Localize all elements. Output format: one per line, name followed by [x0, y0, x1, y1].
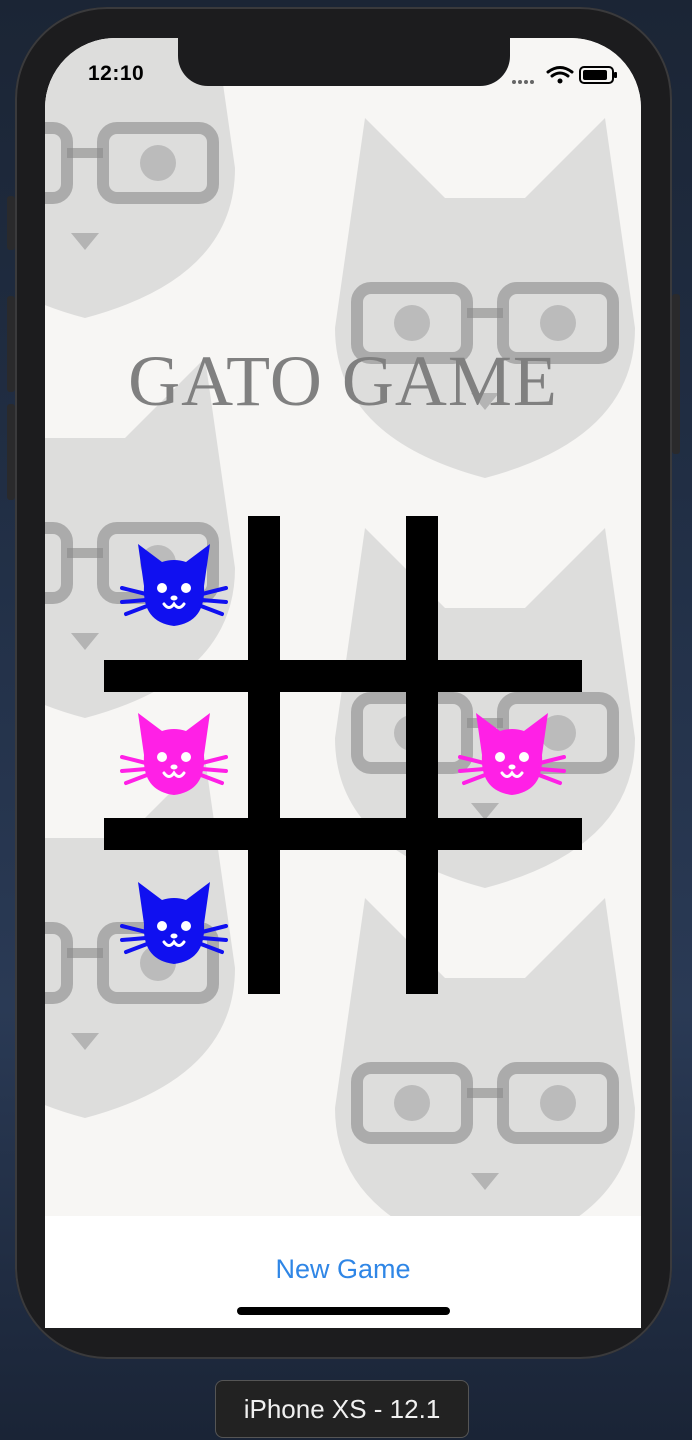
game-board — [104, 516, 582, 994]
pink-cat-icon — [458, 713, 566, 795]
board-cell[interactable] — [273, 516, 413, 656]
simulator-device-label: iPhone XS - 12.1 — [215, 1380, 469, 1438]
pink-cat-icon — [120, 713, 228, 795]
battery-icon — [579, 66, 617, 84]
status-icons — [512, 66, 617, 84]
board-cell[interactable] — [104, 685, 244, 825]
board-cell[interactable] — [442, 685, 582, 825]
board-cell[interactable] — [273, 685, 413, 825]
power-button — [672, 294, 680, 454]
status-time: 12:10 — [88, 62, 145, 85]
game-title: GATO GAME — [128, 341, 558, 421]
board-cell[interactable] — [442, 516, 582, 656]
blue-cat-icon — [120, 882, 228, 964]
cellular-signal-icon — [512, 80, 534, 84]
board-cell[interactable] — [442, 854, 582, 994]
notch — [178, 38, 510, 86]
board-cell[interactable] — [104, 854, 244, 994]
mute-switch — [7, 196, 15, 250]
blue-cat-icon — [120, 544, 228, 626]
board-cell[interactable] — [104, 516, 244, 656]
board-cell[interactable] — [273, 854, 413, 994]
volume-up-button — [7, 296, 15, 392]
wifi-icon — [546, 66, 574, 84]
new-game-button[interactable]: New Game — [45, 1254, 641, 1285]
home-indicator — [237, 1307, 450, 1315]
volume-down-button — [7, 404, 15, 500]
